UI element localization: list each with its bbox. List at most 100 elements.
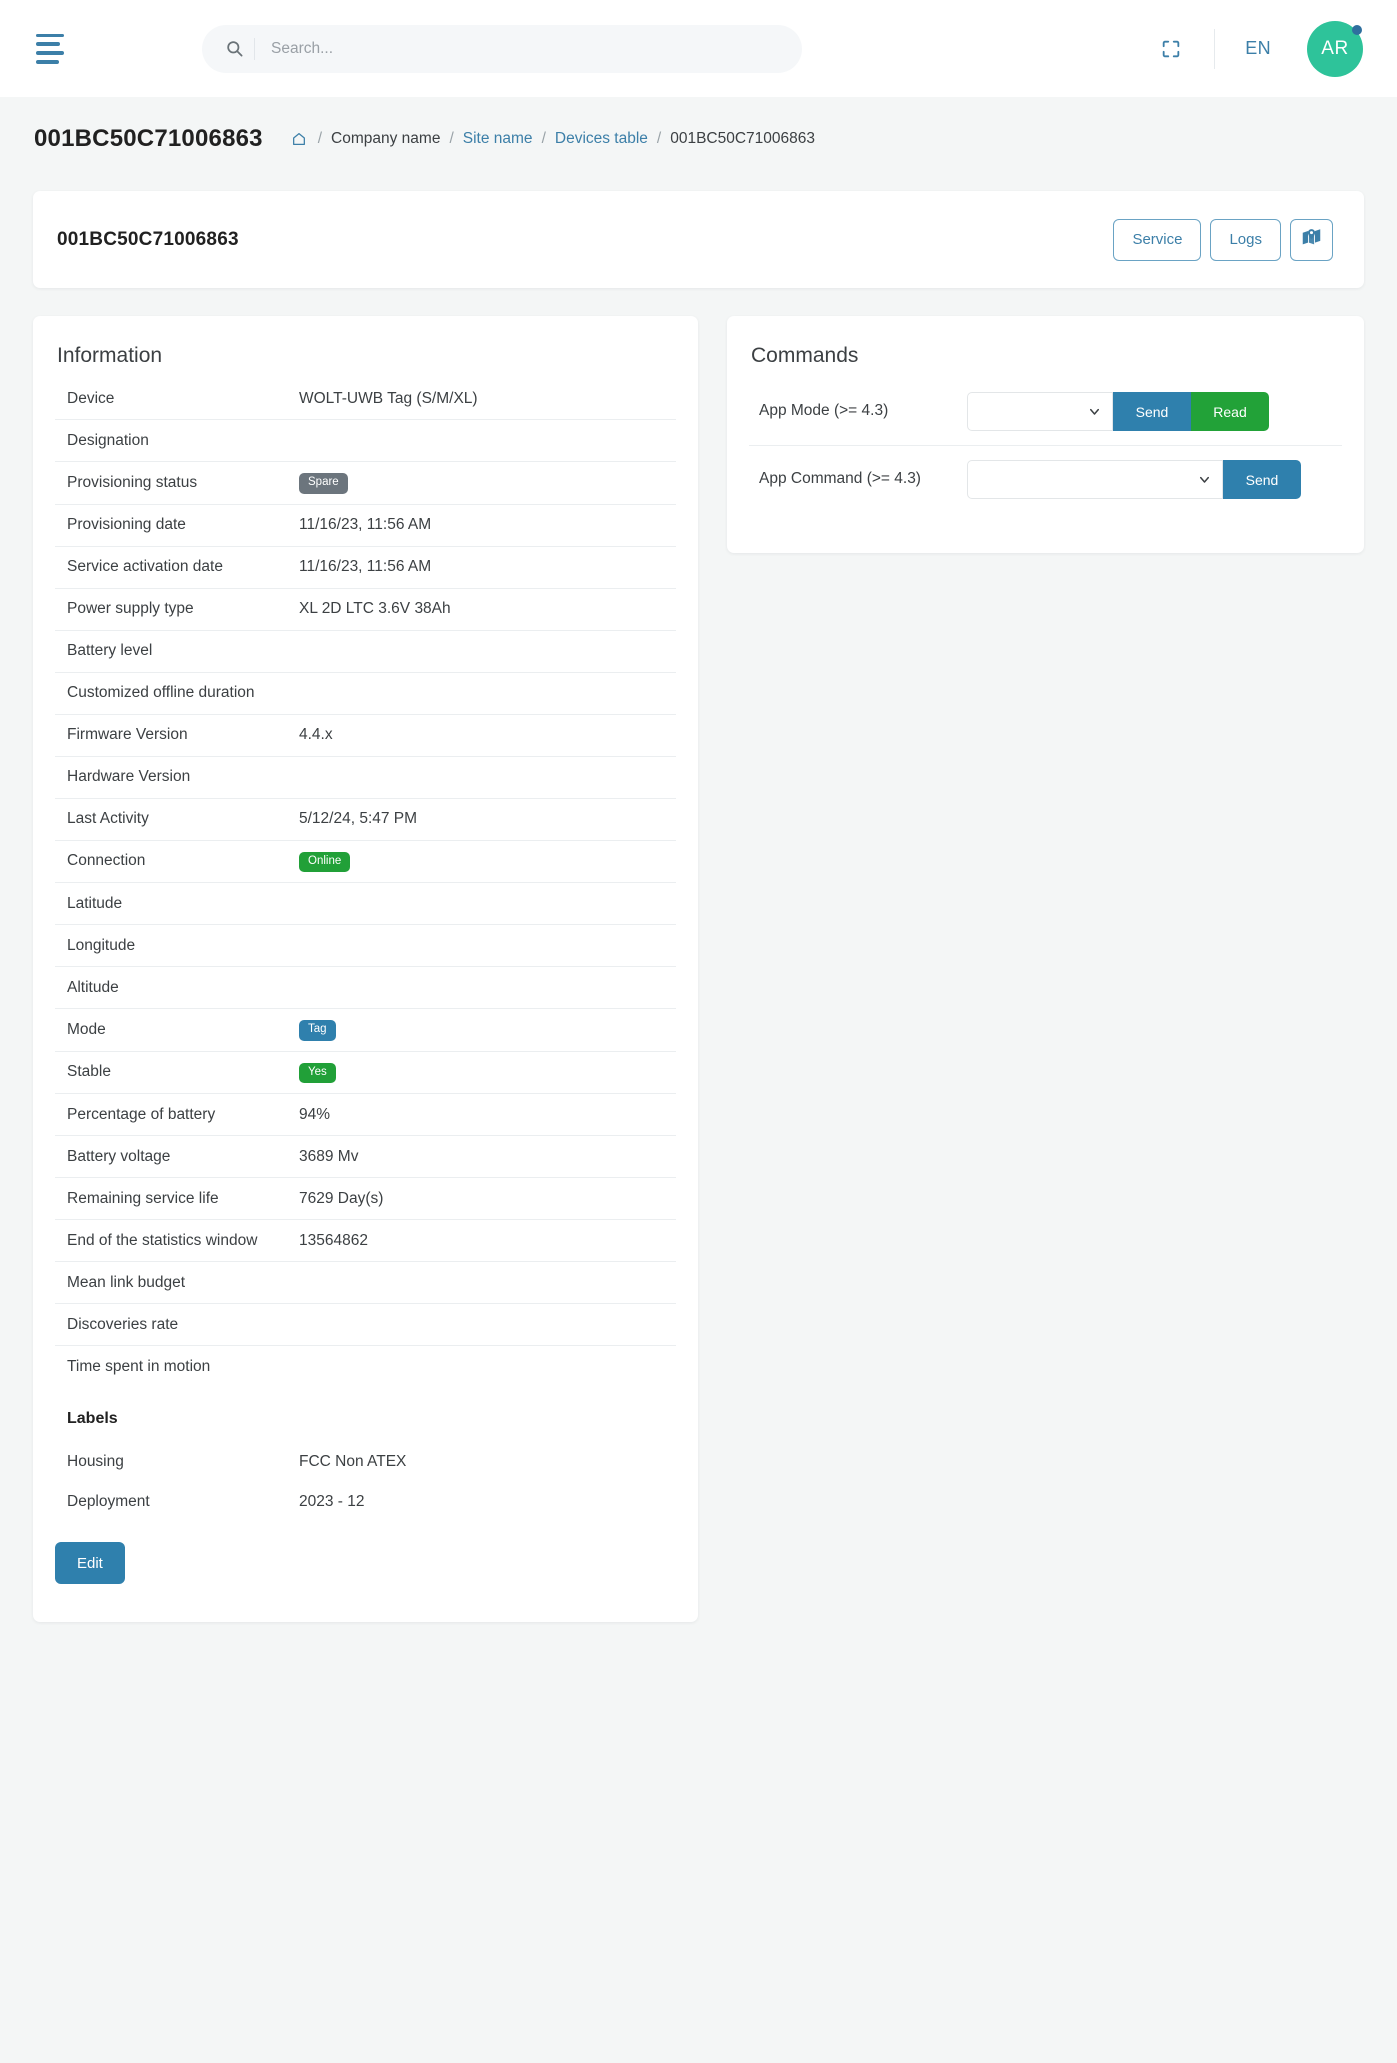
search-divider: [254, 37, 255, 60]
row-label: Power supply type: [67, 600, 194, 617]
edit-button[interactable]: Edit: [55, 1542, 125, 1584]
search-input[interactable]: [269, 38, 784, 59]
row-value: 4.4.x: [299, 726, 333, 743]
row-value: Tag: [299, 1019, 336, 1041]
read-button[interactable]: Read: [1191, 392, 1269, 431]
information-panel: Information Device WOLT-UWB Tag (S/M/XL) D…: [33, 316, 698, 1622]
main-content: 001BC50C71006863 Service Logs Informatio…: [0, 181, 1397, 1622]
row-label: Battery level: [67, 642, 153, 659]
table-row: Provisioning status Spare: [55, 462, 676, 505]
row-value: 13564862: [299, 1231, 368, 1249]
send-button[interactable]: Send: [1113, 392, 1191, 431]
logs-button[interactable]: Logs: [1210, 218, 1281, 261]
row-label: Mode: [67, 1020, 106, 1038]
status-badge: Yes: [299, 1062, 336, 1083]
row-label: Service activation date: [67, 558, 223, 575]
breadcrumb-item-current: 001BC50C71006863: [670, 130, 816, 147]
row-label: Designation: [67, 431, 149, 449]
table-row: Device WOLT-UWB Tag (S/M/XL): [55, 378, 676, 420]
row-value: Yes: [299, 1062, 336, 1083]
chevron-down-icon: [1087, 404, 1102, 419]
command-select[interactable]: [967, 460, 1223, 499]
label-value: FCC Non ATEX: [299, 1453, 407, 1470]
row-label: Provisioning status: [67, 473, 198, 491]
commands-title: Commands: [751, 344, 859, 367]
commands-list: App Mode (>= 4.3) Send Read App Command (>=…: [749, 378, 1342, 513]
breadcrumb-item-devices-table[interactable]: Devices table: [555, 130, 648, 148]
table-row: Longitude: [55, 925, 676, 967]
row-value: 3689 Mv: [299, 1147, 359, 1165]
row-value: Spare: [299, 472, 348, 494]
language-selector[interactable]: EN: [1237, 34, 1279, 63]
row-label: Device: [67, 389, 115, 407]
command-label: App Mode (>= 4.3): [759, 402, 889, 419]
status-badge: Tag: [299, 1020, 336, 1041]
label-row: Deployment 2023 - 12: [55, 1482, 676, 1522]
service-button[interactable]: Service: [1113, 218, 1202, 261]
table-row: Customized offline duration: [55, 673, 676, 715]
table-row: Firmware Version 4.4.x: [55, 715, 676, 757]
hamburger-icon[interactable]: [36, 33, 74, 64]
row-value: 5/12/24, 5:47 PM: [299, 810, 418, 827]
command-row: App Command (>= 4.3) Send: [749, 446, 1342, 513]
hamburger-line: [36, 33, 64, 38]
topbar-right-controls: EN AR: [1150, 20, 1363, 77]
row-value: 94%: [299, 1105, 331, 1123]
row-label: Firmware Version: [67, 726, 188, 743]
command-controls: Send: [967, 460, 1301, 499]
table-row: Designation: [55, 420, 676, 462]
commands-panel: Commands App Mode (>= 4.3) Send Read App Co…: [727, 316, 1364, 553]
information-column: Information Device WOLT-UWB Tag (S/M/XL) D…: [33, 316, 698, 1622]
table-row: Service activation date 11/16/23, 11:56 A…: [55, 547, 676, 589]
labels-table: Housing FCC Non ATEX Deployment 2023 - 12: [55, 1442, 676, 1522]
avatar[interactable]: AR: [1307, 20, 1363, 77]
send-button[interactable]: Send: [1223, 460, 1301, 499]
device-id-title: 001BC50C71006863: [57, 228, 239, 250]
breadcrumb-item-site[interactable]: Site name: [463, 130, 533, 148]
row-label: Longitude: [67, 936, 136, 954]
table-row: End of the statistics window 13564862: [55, 1220, 676, 1262]
row-label: Percentage of battery: [67, 1105, 216, 1123]
row-label: Customized offline duration: [67, 684, 255, 701]
breadcrumb-separator: /: [541, 130, 546, 147]
table-row: Battery level: [55, 631, 676, 673]
row-label: End of the statistics window: [67, 1231, 258, 1249]
command-row: App Mode (>= 4.3) Send Read: [749, 378, 1342, 446]
table-row: Time spent in motion: [55, 1346, 676, 1388]
row-value: 11/16/23, 11:56 AM: [299, 516, 432, 533]
home-icon[interactable]: [291, 131, 307, 147]
row-label: Mean link budget: [67, 1273, 186, 1291]
row-label: Hardware Version: [67, 768, 191, 785]
labels-section-title: Labels: [67, 1410, 118, 1427]
breadcrumb: / Company name / Site name / Devices tab…: [291, 130, 815, 148]
row-label: Last Activity: [67, 810, 149, 827]
table-row: Remaining service life 7629 Day(s): [55, 1178, 676, 1220]
breadcrumb-separator: /: [449, 130, 454, 147]
map-button[interactable]: [1290, 218, 1333, 261]
fullscreen-icon[interactable]: [1150, 28, 1192, 70]
search-bar[interactable]: [202, 24, 802, 73]
row-label: Stable: [67, 1063, 111, 1081]
label-row: Housing FCC Non ATEX: [55, 1442, 676, 1482]
hamburger-line: [36, 59, 59, 64]
page-header-strip: 001BC50C71006863 / Company name / Site n…: [0, 97, 1397, 181]
table-row: Percentage of battery 94%: [55, 1094, 676, 1136]
topbar-divider: [1214, 28, 1216, 69]
search-icon: [220, 39, 248, 58]
top-navbar: EN AR: [0, 0, 1397, 97]
row-label: Discoveries rate: [67, 1315, 179, 1333]
row-label: Connection: [67, 852, 146, 870]
table-row: Altitude: [55, 967, 676, 1009]
table-row: Provisioning date 11/16/23, 11:56 AM: [55, 505, 676, 547]
table-row: Mean link budget: [55, 1262, 676, 1304]
breadcrumb-item-company: Company name: [331, 130, 441, 147]
row-label: Time spent in motion: [67, 1358, 211, 1375]
command-select[interactable]: [967, 392, 1113, 431]
table-row: Latitude: [55, 883, 676, 925]
table-row: Hardware Version: [55, 757, 676, 799]
row-value: WOLT-UWB Tag (S/M/XL): [299, 389, 478, 407]
information-card: Information Device WOLT-UWB Tag (S/M/XL) D…: [33, 316, 698, 1622]
row-value: XL 2D LTC 3.6V 38Ah: [299, 600, 451, 617]
row-value: 7629 Day(s): [299, 1189, 384, 1207]
row-label: Remaining service life: [67, 1189, 219, 1207]
